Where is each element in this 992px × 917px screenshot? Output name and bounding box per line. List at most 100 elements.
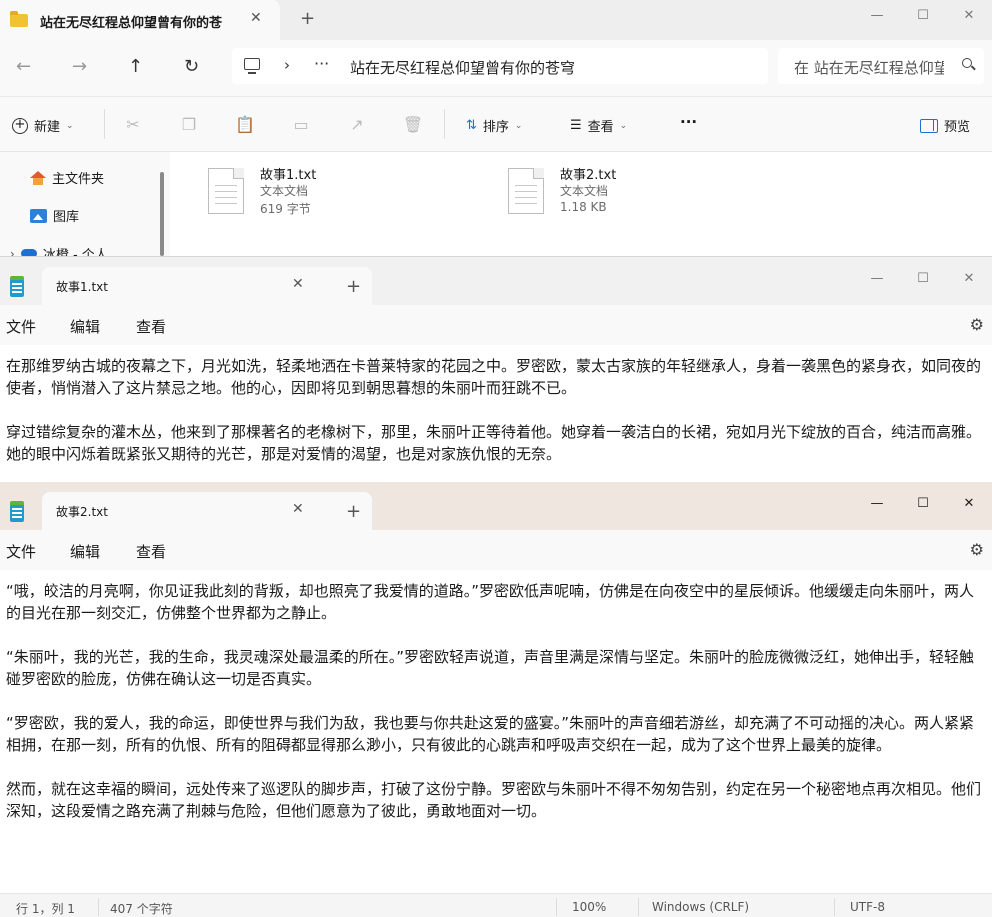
notepad-tab[interactable]: 故事2.txt ✕ — [42, 492, 372, 530]
status-bar: 行 1，列 1 407 个字符 100% Windows (CRLF) UTF-… — [0, 893, 992, 917]
paragraph: “朱丽叶，我的光芒，我的生命，我灵魂深处最温柔的所在。”罗密欧轻声说道，声音里满… — [6, 648, 975, 688]
preview-button[interactable]: 预览 — [920, 116, 970, 135]
cursor-position: 行 1，列 1 — [16, 902, 75, 916]
new-button[interactable]: + 新建 ⌄ — [12, 116, 74, 135]
sort-button[interactable]: ⇅ 排序 ⌄ — [466, 116, 522, 135]
notepad-text-area[interactable]: “哦，皎洁的月亮啊，你见证我此刻的背叛，却也照亮了我爱情的道路。”罗密欧低声呢喃… — [0, 570, 992, 893]
address-more-button[interactable]: ··· — [314, 54, 329, 73]
maximize-button[interactable]: ☐ — [900, 0, 946, 30]
search-box[interactable]: 在 站在无尽红程总仰望曾有你的苍穹 中搜索 — [778, 48, 984, 84]
notepad-tab-close-button[interactable]: ✕ — [292, 501, 304, 517]
notepad-text-area[interactable]: 在那维罗纳古城的夜幕之下，月光如洗，轻柔地洒在卡普莱特家的花园之中。罗密欧，蒙太… — [0, 345, 992, 481]
navigation-pane: 主文件夹 图库 › 冰橙 - 个人 — [0, 152, 170, 263]
explorer-tab[interactable]: 站在无尽红程总仰望曾有你的苍 ✕ — [0, 0, 280, 40]
view-button[interactable]: ☰ 查看 ⌄ — [570, 116, 627, 135]
notepad-menu-bar: 文件 编辑 查看 ⚙ — [0, 305, 992, 345]
monitor-icon — [244, 58, 260, 74]
explorer-tab-title: 站在无尽红程总仰望曾有你的苍 — [40, 16, 223, 31]
chevron-down-icon: ⌄ — [66, 120, 74, 131]
explorer-window-controls: — ☐ ✕ — [854, 0, 992, 30]
address-path[interactable]: 站在无尽红程总仰望曾有你的苍穹 — [350, 57, 575, 78]
cut-icon[interactable]: ✂ — [124, 115, 142, 134]
paragraph: “哦，皎洁的月亮啊，你见证我此刻的背叛，却也照亮了我爱情的道路。”罗密欧低声呢喃… — [6, 582, 975, 622]
view-icon: ☰ — [570, 118, 582, 133]
address-bar[interactable]: › ··· 站在无尽红程总仰望曾有你的苍穹 — [232, 48, 768, 84]
minimize-button[interactable]: — — [854, 488, 900, 518]
delete-icon[interactable]: 🗑 — [403, 115, 423, 134]
paragraph: “罗密欧，我的爱人，我的命运，即使世界与我们为敌，我也要与你共赴这爱的盛宴。”朱… — [6, 714, 975, 754]
settings-icon[interactable]: ⚙ — [970, 540, 984, 559]
notepad-menu-bar: 文件 编辑 查看 ⚙ — [0, 530, 992, 570]
file-list: 故事1.txt 文本文档 619 字节 故事2.txt 文本文档 1.18 KB — [170, 152, 992, 256]
paste-icon[interactable]: 📋 — [235, 115, 255, 134]
paragraph: 然而，就在这幸福的瞬间，远处传来了巡逻队的脚步声，打破了这份宁静。罗密欧与朱丽叶… — [6, 780, 982, 820]
notepad-window-story2: 故事2.txt ✕ + — ☐ ✕ 文件 编辑 查看 ⚙ “哦，皎洁的月亮啊，你… — [0, 482, 992, 917]
view-label: 查看 — [587, 120, 614, 135]
minimize-button[interactable]: — — [854, 0, 900, 30]
notepad-window-story1: 故事1.txt ✕ + — ☐ ✕ 文件 编辑 查看 ⚙ 在那维罗纳古城的夜幕之… — [0, 256, 992, 481]
divider — [556, 898, 557, 916]
chevron-right-icon[interactable]: › — [284, 56, 290, 74]
notepad-title-bar: 故事1.txt ✕ + — ☐ ✕ — [0, 257, 992, 305]
maximize-button[interactable]: ☐ — [900, 488, 946, 518]
maximize-button[interactable]: ☐ — [900, 263, 946, 293]
search-icon — [962, 58, 972, 68]
share-icon[interactable]: ↗ — [348, 115, 366, 134]
forward-arrow-icon[interactable]: → — [72, 56, 87, 77]
notepad-window-controls: — ☐ ✕ — [854, 488, 992, 518]
char-count: 407 个字符 — [110, 902, 173, 916]
file-name: 故事2.txt — [560, 168, 617, 183]
file-size: 619 字节 — [260, 202, 311, 216]
paragraph: 穿过错综复杂的灌木丛，他来到了那棵著名的老橡树下，那里，朱丽叶正等待着他。她穿着… — [6, 423, 982, 463]
back-arrow-icon[interactable]: ← — [16, 56, 31, 77]
notepad-new-tab-button[interactable]: + — [346, 501, 361, 522]
more-options-button[interactable]: ··· — [680, 113, 697, 131]
new-label: 新建 — [34, 120, 61, 135]
file-name: 故事1.txt — [260, 168, 317, 183]
explorer-new-tab-button[interactable]: + — [300, 8, 315, 29]
explorer-tab-close-button[interactable]: ✕ — [250, 10, 262, 26]
rename-icon[interactable]: ▭ — [292, 115, 310, 134]
file-size: 1.18 KB — [560, 200, 607, 214]
file-type: 文本文档 — [560, 184, 609, 198]
copy-icon[interactable]: ❐ — [180, 115, 198, 134]
explorer-nav-bar: ← → ↑ ↻ › ··· 站在无尽红程总仰望曾有你的苍穹 在 站在无尽红程总仰… — [0, 40, 992, 96]
notepad-tab-close-button[interactable]: ✕ — [292, 276, 304, 292]
menu-edit[interactable]: 编辑 — [70, 541, 100, 562]
sort-icon: ⇅ — [466, 118, 477, 133]
explorer-tab-bar: 站在无尽红程总仰望曾有你的苍 ✕ + — ☐ ✕ — [0, 0, 992, 40]
notepad-icon — [10, 276, 24, 297]
more-label: ··· — [680, 113, 698, 131]
search-input[interactable]: 在 站在无尽红程总仰望曾有你的苍穹 中搜索 — [794, 57, 944, 78]
menu-edit[interactable]: 编辑 — [70, 316, 100, 337]
notepad-tab[interactable]: 故事1.txt ✕ — [42, 267, 372, 305]
close-button[interactable]: ✕ — [946, 488, 992, 518]
sidebar-item-gallery[interactable]: 图库 — [30, 206, 79, 225]
menu-view[interactable]: 查看 — [136, 541, 166, 562]
notepad-new-tab-button[interactable]: + — [346, 276, 361, 297]
refresh-icon[interactable]: ↻ — [184, 56, 199, 77]
file-type: 文本文档 — [260, 184, 309, 198]
up-arrow-icon[interactable]: ↑ — [128, 56, 143, 77]
close-button[interactable]: ✕ — [946, 263, 992, 293]
sidebar-scrollbar[interactable] — [160, 172, 164, 256]
divider — [834, 898, 835, 916]
divider — [638, 898, 639, 916]
sidebar-item-label: 主文件夹 — [52, 172, 105, 187]
close-button[interactable]: ✕ — [946, 0, 992, 30]
settings-icon[interactable]: ⚙ — [970, 315, 984, 334]
menu-file[interactable]: 文件 — [6, 316, 36, 337]
preview-pane-icon — [920, 118, 938, 133]
divider — [444, 109, 445, 139]
encoding[interactable]: UTF-8 — [850, 900, 885, 914]
folder-icon — [10, 11, 28, 27]
minimize-button[interactable]: — — [854, 263, 900, 293]
zoom-level[interactable]: 100% — [572, 900, 606, 914]
sidebar-item-home[interactable]: 主文件夹 — [30, 168, 104, 187]
menu-view[interactable]: 查看 — [136, 316, 166, 337]
chevron-down-icon: ⌄ — [619, 120, 628, 131]
file-explorer-window: 站在无尽红程总仰望曾有你的苍 ✕ + — ☐ ✕ ← → ↑ ↻ › ··· 站… — [0, 0, 992, 263]
menu-file[interactable]: 文件 — [6, 541, 36, 562]
line-ending[interactable]: Windows (CRLF) — [652, 900, 749, 914]
sort-label: 排序 — [482, 120, 509, 135]
